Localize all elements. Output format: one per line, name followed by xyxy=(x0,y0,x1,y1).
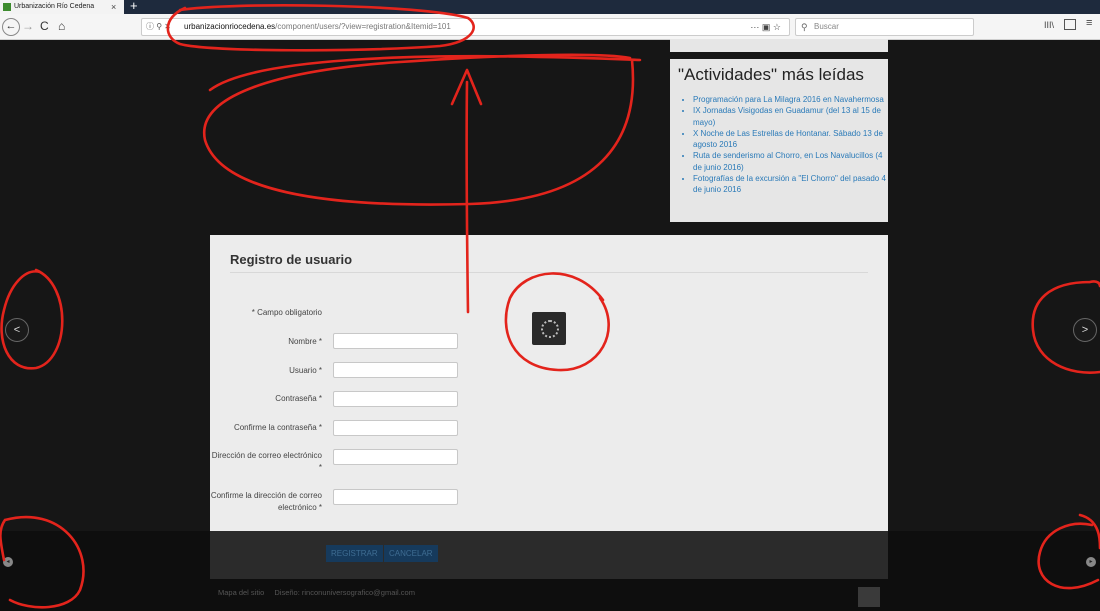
search-bar[interactable]: ⚲ Buscar xyxy=(795,18,974,36)
large-ellipse xyxy=(202,53,642,206)
list-item[interactable]: X Noche de Las Estrellas de Hontanar. Sá… xyxy=(693,128,893,151)
article-link[interactable]: IX Jornadas Visigodas en Guadamur (del 1… xyxy=(693,106,881,126)
list-item[interactable]: Ruta de senderismo al Chorro, en Los Nav… xyxy=(693,150,893,173)
article-link[interactable]: X Noche de Las Estrellas de Hontanar. Sá… xyxy=(693,129,883,149)
footer-links: Mapa del sitio Diseño: rinconuniversogra… xyxy=(218,588,423,597)
scroll-left-icon[interactable]: ◂ xyxy=(3,557,13,567)
spinner-icon xyxy=(541,320,559,338)
confirm-password-label: Confirme la contraseña * xyxy=(233,423,322,432)
arrow-head xyxy=(450,68,483,106)
article-link[interactable]: Programación para La Milagra 2016 en Nav… xyxy=(693,95,884,104)
password-label: Contraseña * xyxy=(275,394,322,403)
page-title: Registro de usuario xyxy=(230,252,353,267)
name-label: Nombre * xyxy=(288,337,322,346)
register-button[interactable]: REGISTRAR xyxy=(326,545,383,562)
new-tab-button[interactable]: + xyxy=(130,0,138,13)
list-item[interactable]: IX Jornadas Visigodas en Guadamur (del 1… xyxy=(693,105,893,128)
widget-stub xyxy=(670,39,888,52)
library-icon[interactable]: III\ xyxy=(1044,20,1054,30)
form-actions-bar xyxy=(210,531,888,579)
loading-spinner xyxy=(532,312,566,345)
module-title: "Actividades" más leídas xyxy=(678,65,864,84)
search-placeholder: Buscar xyxy=(814,22,839,31)
scroll-right-icon[interactable]: ▸ xyxy=(1086,557,1096,567)
design-credit: Diseño: rinconuniversografico@gmail.com xyxy=(274,588,415,597)
chevron-right-icon[interactable]: > xyxy=(1073,318,1097,342)
search-icon: ⚲ xyxy=(801,22,808,32)
page-actions-icon[interactable]: ··· ▣ ☆ xyxy=(750,19,781,35)
confirm-password-field[interactable] xyxy=(333,420,458,436)
address-bar[interactable]: ⓘ ⚲ ✕ urbanizacionriocedena.es/component… xyxy=(141,18,790,36)
confirm-email-label: Confirme la dirección de correo electrón… xyxy=(210,491,322,512)
sidebar-icon[interactable] xyxy=(1064,19,1076,30)
username-label: Usuario * xyxy=(289,366,322,375)
tab-bar: Urbanización Río Cedena × + xyxy=(0,0,1100,14)
article-link[interactable]: Fotografías de la excursión a "El Chorro… xyxy=(693,174,886,194)
site-info-icon[interactable]: ⓘ ⚲ ✕ xyxy=(146,19,171,35)
close-tab-icon[interactable]: × xyxy=(111,0,116,14)
url-text[interactable]: urbanizacionriocedena.es/component/users… xyxy=(184,19,451,35)
browser-tab[interactable]: Urbanización Río Cedena × xyxy=(0,0,124,14)
sitemap-link[interactable]: Mapa del sitio xyxy=(218,588,264,597)
reload-button[interactable]: C xyxy=(40,18,49,34)
back-button[interactable]: ← xyxy=(2,18,20,36)
popular-articles-list: Programación para La Milagra 2016 en Nav… xyxy=(678,94,893,196)
chevron-left-icon[interactable]: < xyxy=(5,318,29,342)
email-field[interactable] xyxy=(333,449,458,465)
password-field[interactable] xyxy=(333,391,458,407)
popular-articles-module: "Actividades" más leídas Programación pa… xyxy=(670,59,888,222)
forward-button[interactable]: → xyxy=(22,18,34,34)
email-label: Dirección de correo electrónico * xyxy=(211,451,322,472)
divider xyxy=(230,272,868,273)
confirm-email-field[interactable] xyxy=(333,489,458,505)
home-button[interactable]: ⌂ xyxy=(58,18,65,34)
url-path: /component/users/?view=registration&Item… xyxy=(275,22,451,31)
article-link[interactable]: Ruta de senderismo al Chorro, en Los Nav… xyxy=(693,151,882,171)
site-favicon-icon xyxy=(3,3,11,11)
browser-toolbar: ← → C ⌂ ⓘ ⚲ ✕ urbanizacionriocedena.es/c… xyxy=(0,14,1100,40)
registration-panel: Registro de usuario * Campo obligatorio … xyxy=(210,235,888,531)
menu-icon[interactable]: ≡ xyxy=(1086,17,1092,29)
list-item[interactable]: Programación para La Milagra 2016 en Nav… xyxy=(693,94,893,105)
list-item[interactable]: Fotografías de la excursión a "El Chorro… xyxy=(693,173,893,196)
cancel-button[interactable]: CANCELAR xyxy=(384,545,438,562)
username-field[interactable] xyxy=(333,362,458,378)
required-note: * Campo obligatorio xyxy=(251,308,322,317)
name-field[interactable] xyxy=(333,333,458,349)
tab-title: Urbanización Río Cedena xyxy=(14,3,95,10)
url-host: urbanizacionriocedena.es xyxy=(184,22,276,31)
footer-badge[interactable] xyxy=(858,587,880,607)
